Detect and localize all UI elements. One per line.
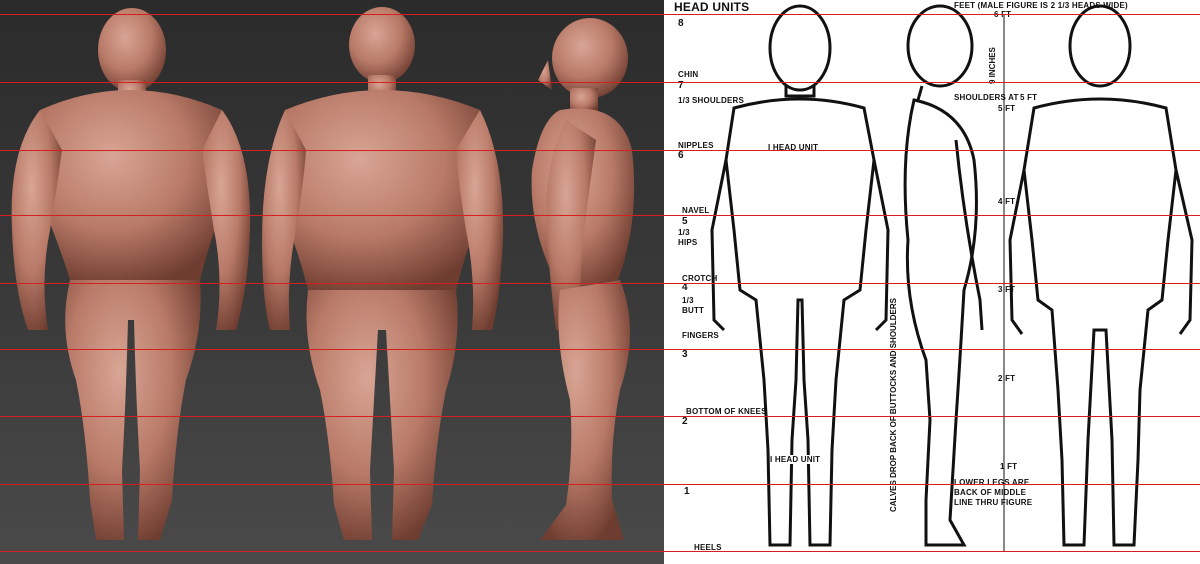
proportion-chart-panel: HEAD UNITS FEET (MALE FIGURE IS 2 1/3 HE… bbox=[664, 0, 1200, 564]
label-crotch: CROTCH bbox=[682, 274, 718, 283]
guide-line bbox=[0, 215, 1200, 216]
guide-line bbox=[0, 82, 1200, 83]
label-butt: BUTT bbox=[682, 306, 705, 315]
annotation-head-unit-lower: I HEAD UNIT bbox=[770, 455, 821, 464]
sculpt-side-view bbox=[531, 18, 635, 540]
label-shoulders: SHOULDERS bbox=[692, 96, 745, 105]
annotation-shoulders-at: SHOULDERS AT bbox=[954, 93, 1019, 102]
line-art-figures bbox=[710, 4, 1194, 552]
line-back-view bbox=[1008, 4, 1194, 547]
annotation-nine-inches: 9 INCHES bbox=[988, 47, 997, 84]
chart-title: HEAD UNITS bbox=[674, 0, 750, 14]
guide-line bbox=[0, 14, 1200, 15]
guide-line bbox=[0, 150, 1200, 151]
head-number-5: 5 bbox=[682, 216, 688, 227]
sculpt-back-view bbox=[262, 7, 504, 540]
annotation-five-ft: 5 FT bbox=[1020, 93, 1038, 102]
annotation-calves: CALVES DROP BACK OF BUTTOCKS AND SHOULDE… bbox=[889, 298, 898, 512]
guide-line bbox=[0, 416, 1200, 417]
guide-line bbox=[0, 551, 1200, 552]
guide-line bbox=[0, 283, 1200, 284]
label-bottom-of-knees: BOTTOM OF KNEES bbox=[686, 407, 767, 416]
feet-note: FEET (MALE FIGURE IS 2 1/3 HEADS WIDE) bbox=[954, 1, 1128, 10]
label-navel: NAVEL bbox=[682, 206, 710, 215]
label-fingers: FINGERS bbox=[682, 331, 719, 340]
label-third-a: 1/3 bbox=[678, 96, 690, 105]
guide-line bbox=[0, 349, 1200, 350]
guide-line bbox=[0, 484, 1200, 485]
line-front-view bbox=[710, 4, 890, 547]
feet-mark-3: 3 FT bbox=[998, 285, 1016, 294]
feet-mark-5: 5 FT bbox=[998, 104, 1016, 113]
sculpt-render-panel bbox=[0, 0, 664, 564]
label-third-b: 1/3 bbox=[678, 228, 690, 237]
sculpt-front-view bbox=[11, 8, 251, 540]
line-side-view bbox=[903, 4, 984, 547]
label-hips: HIPS bbox=[678, 238, 698, 247]
head-number-2: 2 bbox=[682, 416, 688, 427]
label-nipples: NIPPLES bbox=[678, 141, 714, 150]
label-chin: CHIN bbox=[678, 70, 699, 79]
head-number-3: 3 bbox=[682, 349, 688, 360]
head-number-8: 8 bbox=[678, 18, 684, 29]
head-number-6: 6 bbox=[678, 150, 684, 161]
annotation-lower-legs: LOWER LEGS ARE BACK OF MIDDLE LINE THRU … bbox=[954, 478, 1033, 507]
head-number-1: 1 bbox=[684, 486, 690, 497]
label-third-c: 1/3 bbox=[682, 296, 694, 305]
feet-mark-1: 1 FT bbox=[1000, 462, 1018, 471]
feet-mark-2: 2 FT bbox=[998, 374, 1016, 383]
feet-mark-4: 4 FT bbox=[998, 197, 1016, 206]
sculpt-figures bbox=[11, 7, 635, 540]
